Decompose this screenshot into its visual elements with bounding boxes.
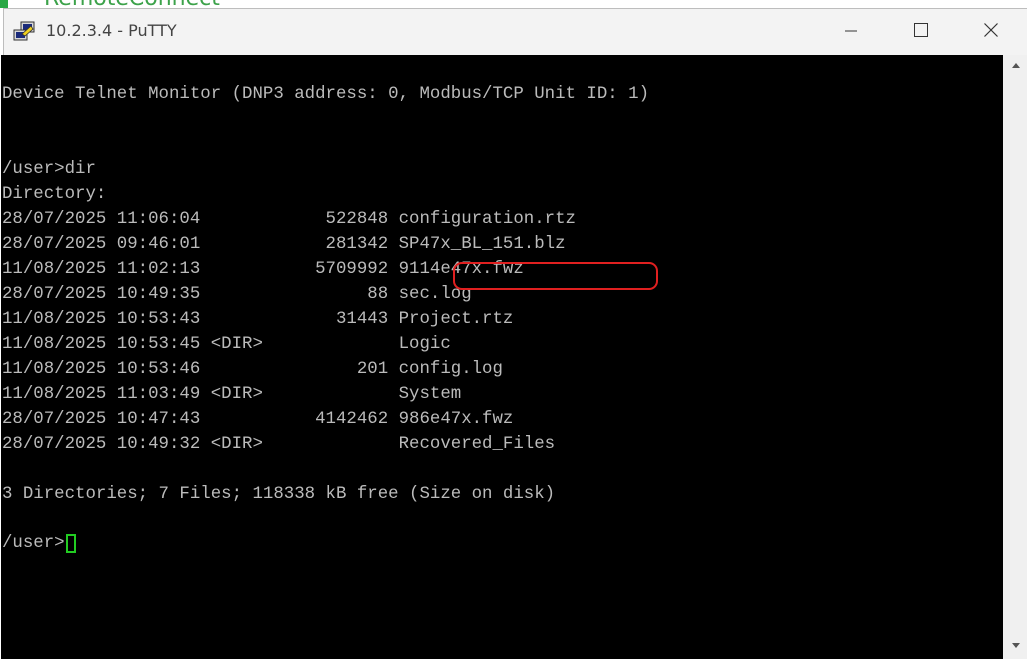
terminal-screen[interactable]: Device Telnet Monitor (DNP3 address: 0, … bbox=[1, 55, 1003, 659]
terminal-line: 3 Directories; 7 Files; 118338 kB free (… bbox=[2, 485, 556, 504]
terminal-line: Directory: bbox=[2, 185, 107, 204]
vertical-scrollbar[interactable] bbox=[1003, 55, 1027, 659]
minimize-icon bbox=[843, 22, 859, 42]
terminal-line: 11/08/2025 10:53:46 201 config.log bbox=[2, 360, 503, 379]
close-button[interactable] bbox=[956, 9, 1026, 54]
prompt-line[interactable]: /user> bbox=[2, 531, 76, 556]
close-icon bbox=[983, 22, 999, 42]
terminal-line: 11/08/2025 11:03:49 <DIR> System bbox=[2, 385, 462, 404]
highlight-annotation bbox=[453, 262, 658, 290]
background-window-accent bbox=[0, 0, 8, 8]
terminal-line: 28/07/2025 10:49:35 88 sec.log bbox=[2, 285, 472, 304]
terminal-line: 28/07/2025 10:49:32 <DIR> Recovered_File… bbox=[2, 435, 556, 454]
terminal-line: 28/07/2025 09:46:01 281342 SP47x_BL_151.… bbox=[2, 235, 566, 254]
terminal-line: 11/08/2025 10:53:43 31443 Project.rtz bbox=[2, 310, 514, 329]
putty-icon[interactable] bbox=[12, 21, 36, 43]
prompt-text: /user> bbox=[2, 534, 65, 553]
background-window: RemoteConnect bbox=[0, 0, 1027, 8]
terminal-line: /user>dir bbox=[2, 160, 96, 179]
terminal-line: 11/08/2025 11:02:13 5709992 9114e47x.fwz bbox=[2, 260, 524, 279]
minimize-button[interactable] bbox=[816, 9, 886, 54]
scroll-down-arrow-icon[interactable] bbox=[1003, 640, 1027, 658]
terminal-line: Device Telnet Monitor (DNP3 address: 0, … bbox=[2, 85, 650, 104]
maximize-icon bbox=[913, 22, 929, 42]
scroll-up-arrow-icon[interactable] bbox=[1003, 61, 1027, 79]
background-window-title: RemoteConnect bbox=[44, 0, 220, 8]
terminal-line: 28/07/2025 11:06:04 522848 configuration… bbox=[2, 210, 576, 229]
terminal-line: 28/07/2025 10:47:43 4142462 986e47x.fwz bbox=[2, 410, 514, 429]
maximize-button[interactable] bbox=[886, 9, 956, 54]
putty-window: 10.2.3.4 - PuTTY Device Telnet Monitor (… bbox=[1, 8, 1027, 659]
title-bar[interactable]: 10.2.3.4 - PuTTY bbox=[4, 9, 1027, 54]
text-cursor bbox=[65, 534, 76, 553]
window-title: 10.2.3.4 - PuTTY bbox=[46, 21, 177, 40]
terminal-line: 11/08/2025 10:53:45 <DIR> Logic bbox=[2, 335, 451, 354]
